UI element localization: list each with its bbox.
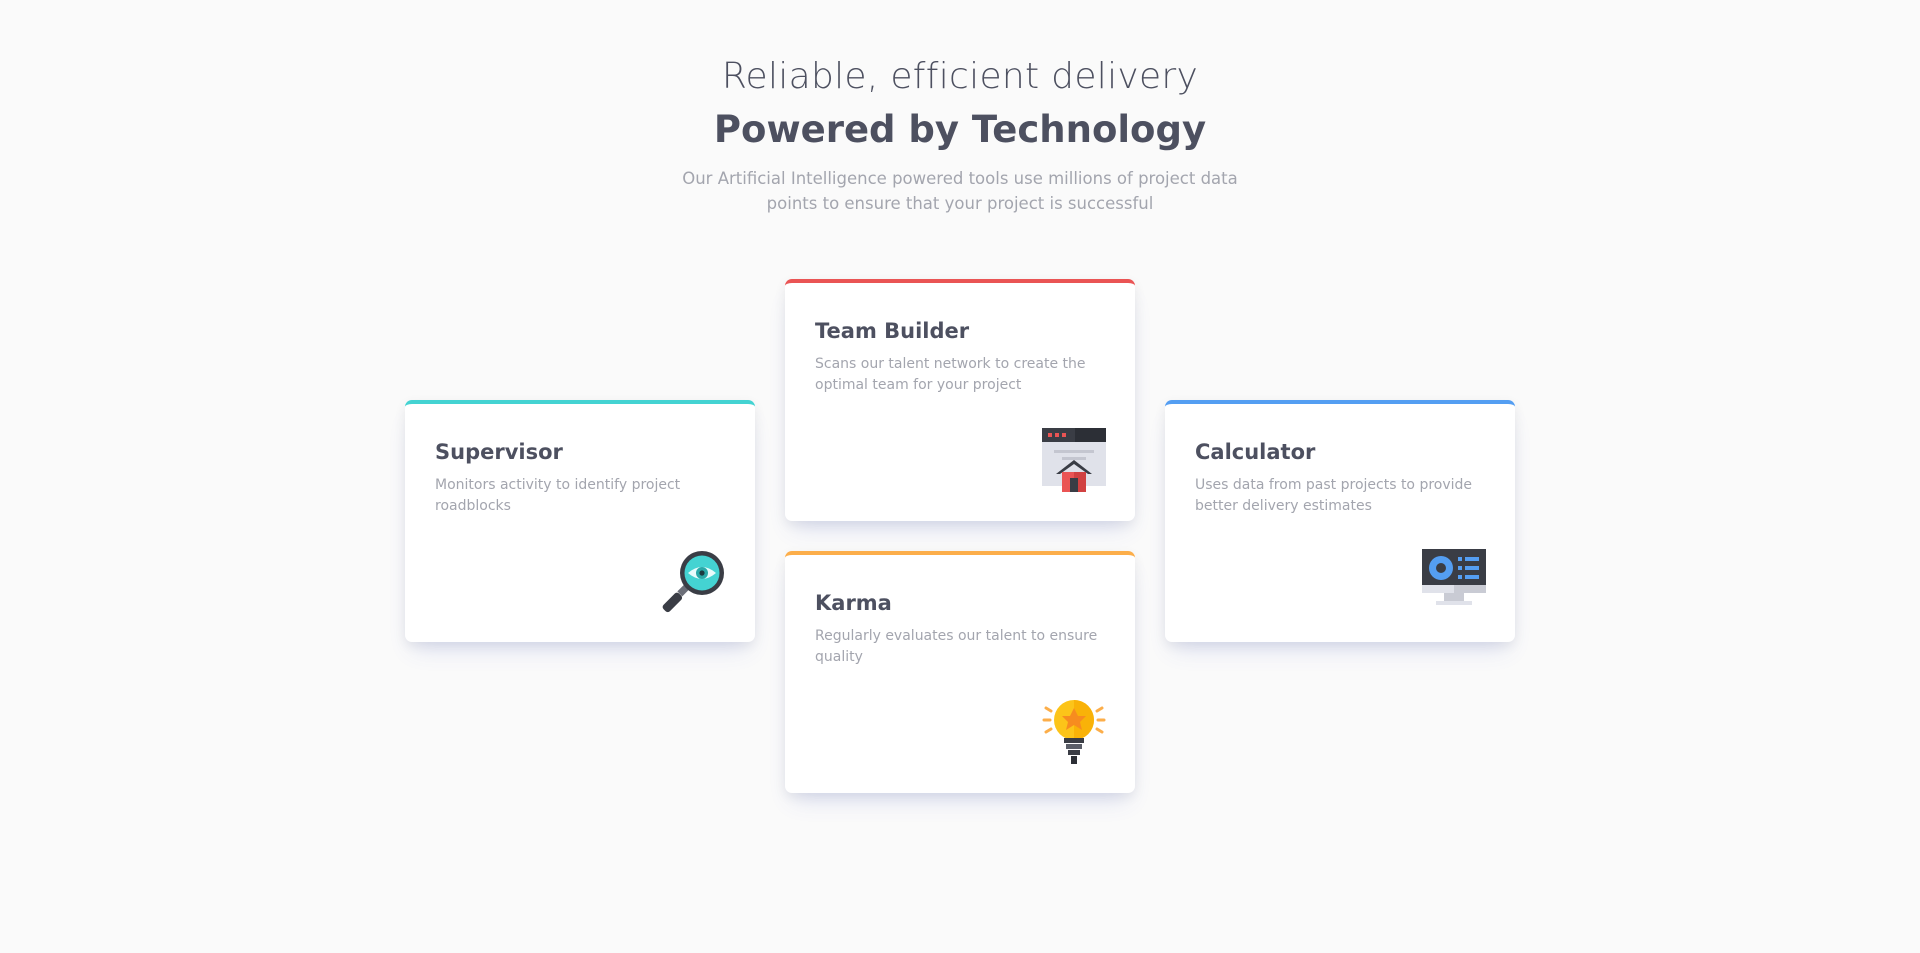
card-title: Supervisor <box>435 440 563 464</box>
card-description: Uses data from past projects to provide … <box>1195 477 1473 514</box>
card-calculator: Calculator Uses data from past projects … <box>1165 400 1515 642</box>
headline: Powered by Technology <box>713 108 1207 151</box>
card-title: Team Builder <box>815 319 970 343</box>
card-team-builder: Team Builder Scans our talent network to… <box>785 279 1135 521</box>
browser-house-icon <box>1042 428 1106 492</box>
intro-text: Our Artificial Intelligence powered tool… <box>682 169 1238 213</box>
monitor-chart-icon <box>1422 549 1486 613</box>
card-description: Scans our talent network to create the o… <box>815 356 1086 393</box>
card-supervisor: Supervisor Monitors activity to identify… <box>405 400 755 642</box>
lightbulb-icon <box>1042 700 1106 764</box>
card-title: Calculator <box>1195 440 1316 464</box>
card-description: Regularly evaluates our talent to ensure… <box>815 628 1098 665</box>
card-karma: Karma Regularly evaluates our talent to … <box>785 551 1135 793</box>
tagline: Reliable, efficient delivery <box>721 56 1199 97</box>
magnifier-eye-icon <box>662 549 726 613</box>
card-description: Monitors activity to identify project ro… <box>435 477 681 514</box>
card-title: Karma <box>815 591 892 615</box>
section-header: Reliable, efficient delivery Powered by … <box>0 52 1920 216</box>
